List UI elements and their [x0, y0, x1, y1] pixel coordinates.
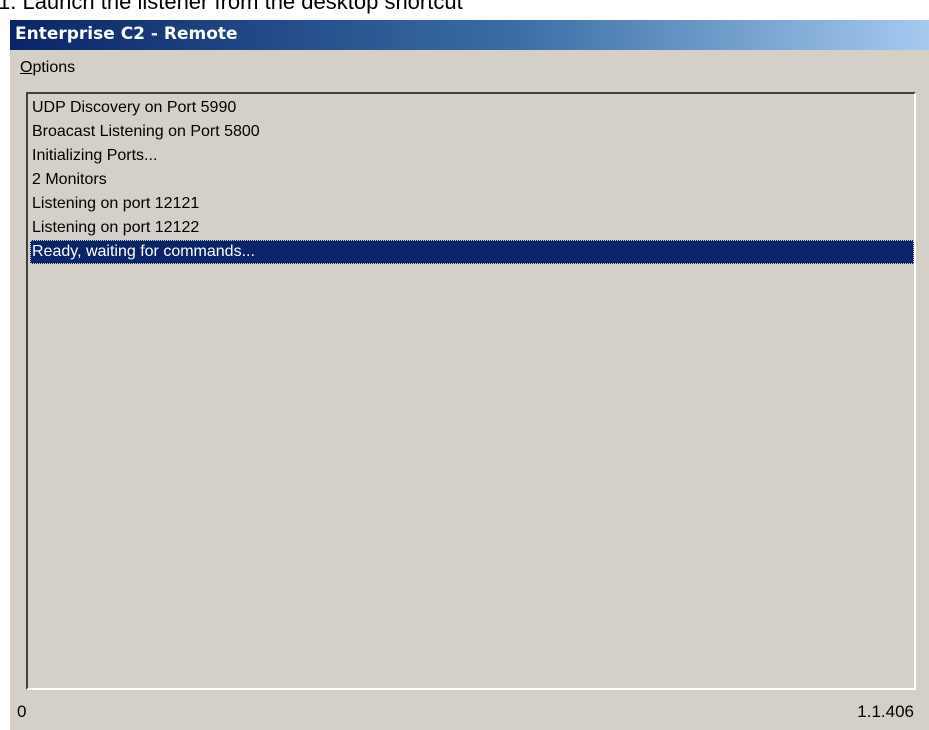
window-title: Enterprise C2 - Remote	[15, 24, 238, 44]
log-item[interactable]: 2 Monitors	[30, 168, 914, 192]
log-list: UDP Discovery on Port 5990 Broacast List…	[30, 96, 914, 264]
remote-window: Enterprise C2 - Remote Options UDP Disco…	[10, 20, 929, 730]
log-item[interactable]: UDP Discovery on Port 5990	[30, 96, 914, 120]
menu-options[interactable]: Options	[18, 59, 77, 77]
log-item[interactable]: Listening on port 12121	[30, 192, 914, 216]
title-bar[interactable]: Enterprise C2 - Remote	[10, 20, 929, 50]
menu-options-mnemonic: O	[20, 59, 33, 76]
log-item[interactable]: Broacast Listening on Port 5800	[30, 120, 914, 144]
menu-bar: Options	[10, 50, 929, 82]
log-item[interactable]: Initializing Ports...	[30, 144, 914, 168]
document-caption: 1. Launch the listener from the desktop …	[0, 0, 929, 20]
document-caption-text: 1. Launch the listener from the desktop …	[0, 0, 463, 14]
log-item-selected[interactable]: Ready, waiting for commands...	[30, 240, 914, 264]
status-version: 1.1.406	[857, 702, 914, 721]
status-bar: 0 1.1.406	[10, 692, 929, 730]
menu-options-label: ptions	[32, 59, 76, 76]
log-listbox[interactable]: UDP Discovery on Port 5990 Broacast List…	[26, 92, 916, 690]
status-count: 0	[17, 702, 27, 721]
log-item[interactable]: Listening on port 12122	[30, 216, 914, 240]
